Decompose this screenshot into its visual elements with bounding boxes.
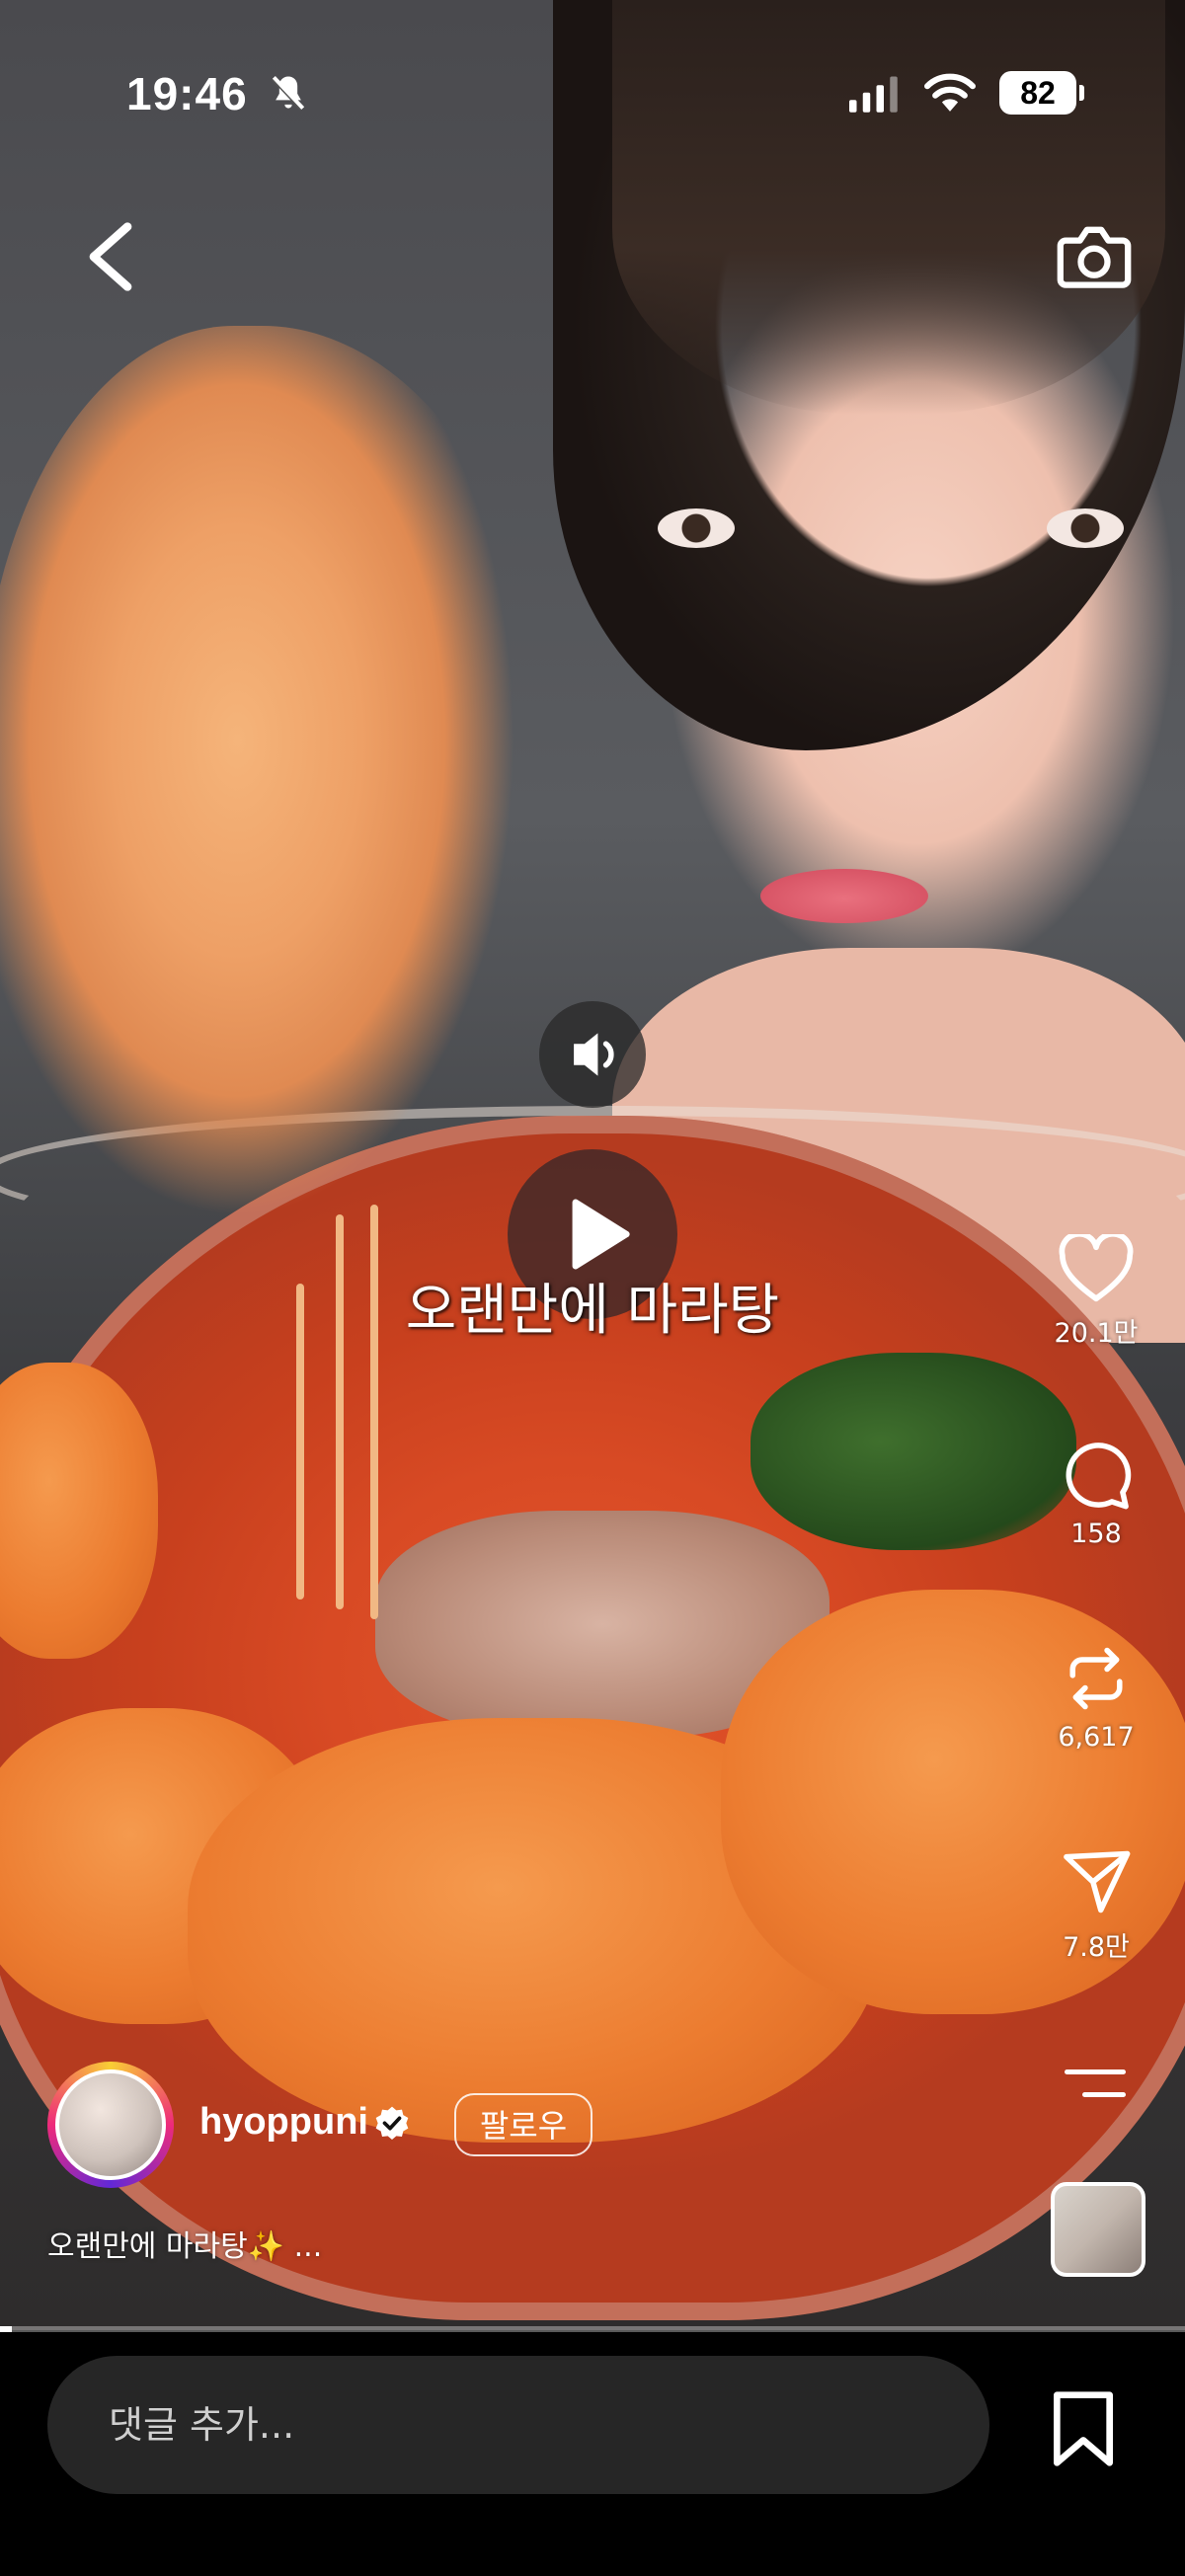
paper-plane-icon [1064, 1850, 1131, 1913]
repost-icon [1069, 1647, 1123, 1710]
repost-count: 6,617 [1058, 1722, 1135, 1753]
camera-icon[interactable] [1055, 219, 1134, 290]
comment-bubble-icon [1066, 1443, 1132, 1510]
signal-icon [849, 76, 898, 113]
verified-badge-icon [375, 2106, 409, 2140]
like-button[interactable]: 20.1만 [1037, 1234, 1155, 1350]
post-description[interactable]: 오랜만에 마라탕✨ ... [47, 2222, 322, 2265]
audio-thumbnail[interactable] [1051, 2182, 1146, 2277]
avatar [55, 2069, 166, 2180]
video-noodles-on-fork [0, 326, 573, 1313]
video-eye-left [658, 508, 735, 548]
bell-slash-icon [271, 76, 305, 111]
status-bar: 19:46 82 [0, 59, 1185, 128]
status-time: 19:46 [126, 68, 248, 119]
video-fishcake-1 [0, 1363, 158, 1659]
author-username[interactable]: hyoppuni [199, 2101, 368, 2144]
battery-indicator: 82 [999, 71, 1084, 115]
menu-icon [1065, 2069, 1126, 2074]
video-lips [760, 869, 928, 923]
reel-screen: 19:46 82 오랜만에 마라탕 20.1만 158 6,617 7.8만 h… [0, 0, 1185, 2576]
share-count: 7.8만 [1063, 1932, 1130, 1963]
follow-button[interactable]: 팔로우 [454, 2093, 592, 2156]
video-greens [750, 1353, 1076, 1550]
speaker-icon [574, 1033, 614, 1076]
sound-toggle-button[interactable] [539, 1001, 646, 1108]
share-button[interactable]: 7.8만 [1037, 1844, 1155, 1964]
bottom-bar: 댓글 추가... [0, 2332, 1185, 2576]
heart-icon [1059, 1234, 1134, 1302]
bookmark-icon[interactable] [1049, 2389, 1118, 2468]
comment-count: 158 [1070, 1519, 1122, 1549]
comment-button[interactable]: 158 [1037, 1438, 1155, 1549]
chevron-left-icon[interactable] [81, 219, 140, 294]
author-avatar-ring[interactable] [47, 2062, 174, 2188]
wifi-icon [924, 73, 976, 112]
repost-button[interactable]: 6,617 [1037, 1641, 1155, 1753]
video-eye-right [1047, 508, 1124, 548]
comment-input[interactable]: 댓글 추가... [47, 2356, 989, 2494]
menu-icon-bar [1082, 2092, 1126, 2097]
like-count: 20.1만 [1054, 1318, 1139, 1349]
video-caption: 오랜만에 마라탕 [405, 1279, 780, 1343]
more-options-button[interactable] [1065, 2069, 1126, 2109]
